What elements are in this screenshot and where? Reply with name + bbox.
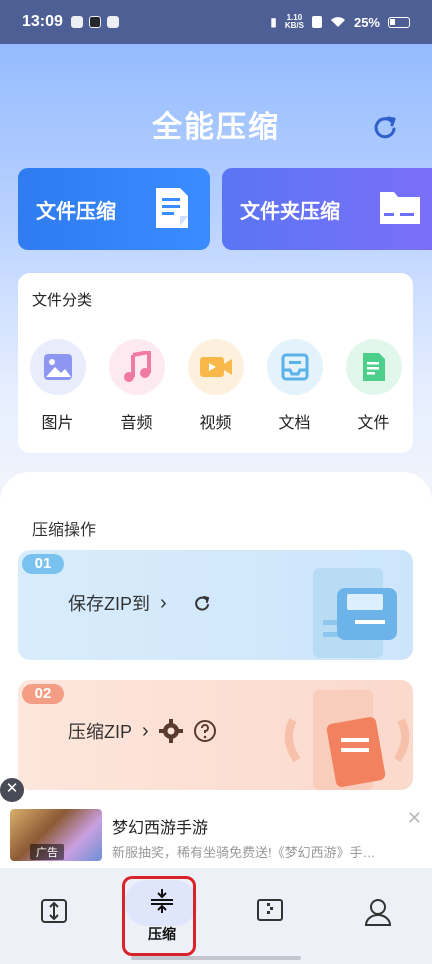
category-image[interactable]: 图片 bbox=[18, 339, 97, 433]
folder-compress-button[interactable]: 文件夹压缩 bbox=[222, 168, 432, 250]
category-audio[interactable]: 音频 bbox=[97, 339, 176, 433]
net-speed-unit: KB/S bbox=[284, 21, 304, 30]
file-compress-button[interactable]: 文件压缩 bbox=[18, 168, 210, 250]
battery-icon bbox=[388, 16, 410, 28]
tab-unzip[interactable] bbox=[216, 868, 324, 964]
battery-percent: 25% bbox=[353, 14, 380, 30]
ad-tag: 广告 bbox=[30, 844, 64, 860]
category-video[interactable]: 视频 bbox=[176, 339, 255, 433]
category-label: 音频 bbox=[120, 415, 153, 432]
file-category-card: 文件分类 图片 音频 视频 文档 文件 bbox=[18, 273, 413, 453]
operations-title: 压缩操作 bbox=[32, 522, 97, 539]
sim-icon bbox=[311, 16, 322, 28]
help-icon[interactable] bbox=[193, 719, 217, 743]
category-document[interactable]: 文档 bbox=[255, 339, 334, 433]
folder-compress-label: 文件夹压缩 bbox=[240, 200, 340, 223]
compress-zip-label: 压缩ZIP bbox=[68, 722, 133, 742]
chevron-right-icon: › bbox=[142, 719, 149, 742]
wifi-icon bbox=[330, 17, 345, 27]
music-icon bbox=[108, 339, 165, 395]
file-compress-label: 文件压缩 bbox=[36, 200, 116, 223]
archive-icon bbox=[257, 899, 283, 921]
close-icon[interactable]: ✕ bbox=[0, 778, 24, 802]
category-file[interactable]: 文件 bbox=[334, 339, 413, 433]
gear-icon[interactable] bbox=[158, 719, 183, 743]
video-icon bbox=[187, 339, 244, 395]
vibrate-icon: ▮ bbox=[270, 15, 277, 29]
folder-icon bbox=[380, 192, 420, 224]
image-icon bbox=[29, 339, 86, 395]
ad-title: 梦幻西游手游 bbox=[112, 820, 209, 837]
status-time: 13:09 bbox=[22, 13, 63, 30]
category-label: 文档 bbox=[278, 415, 311, 432]
status-bar: 13:09 ▮ 1.10 KB/S 25% bbox=[0, 0, 432, 44]
tab-profile[interactable] bbox=[324, 868, 432, 964]
step-badge: 01 bbox=[22, 554, 64, 574]
chevron-right-icon: › bbox=[160, 591, 167, 614]
inbox-icon bbox=[266, 339, 323, 395]
category-label: 图片 bbox=[41, 415, 74, 432]
ad-description: 新服抽奖，稀有坐骑免费送!《梦幻西游》手… bbox=[112, 845, 376, 860]
home-indicator[interactable] bbox=[131, 956, 301, 960]
file-icon bbox=[345, 339, 402, 395]
user-icon bbox=[365, 899, 391, 926]
net-speed: 1.10 KB/S bbox=[285, 14, 304, 30]
notification-icons bbox=[70, 16, 119, 28]
category-label: 文件 bbox=[357, 415, 390, 432]
play-icon bbox=[88, 16, 101, 28]
category-title: 文件分类 bbox=[32, 292, 93, 309]
bottom-tabbar: 压缩 bbox=[0, 868, 432, 964]
close-icon[interactable]: ✕ bbox=[407, 808, 422, 829]
document-icon bbox=[156, 188, 188, 228]
notification-icon bbox=[70, 16, 83, 28]
mail-icon bbox=[106, 16, 119, 28]
save-illustration bbox=[313, 568, 397, 658]
category-label: 视频 bbox=[199, 415, 232, 432]
refresh-icon[interactable] bbox=[370, 112, 400, 142]
compress-zip-card[interactable]: 02 压缩ZIP › bbox=[18, 680, 413, 790]
ad-banner[interactable]: 广告 梦幻西游手游 新服抽奖，稀有坐骑免费送!《梦幻西游》手… ✕ bbox=[0, 796, 432, 868]
step-badge: 02 bbox=[22, 684, 64, 704]
save-zip-label: 保存ZIP到 bbox=[68, 594, 151, 614]
refresh-icon[interactable] bbox=[193, 594, 211, 612]
compress-icon bbox=[151, 889, 173, 913]
save-zip-card[interactable]: 01 保存ZIP到 › bbox=[18, 550, 413, 660]
convert-icon bbox=[41, 899, 67, 923]
compress-illustration bbox=[284, 690, 410, 790]
app-title: 全能压缩 bbox=[152, 111, 280, 144]
tab-convert[interactable] bbox=[0, 868, 108, 964]
